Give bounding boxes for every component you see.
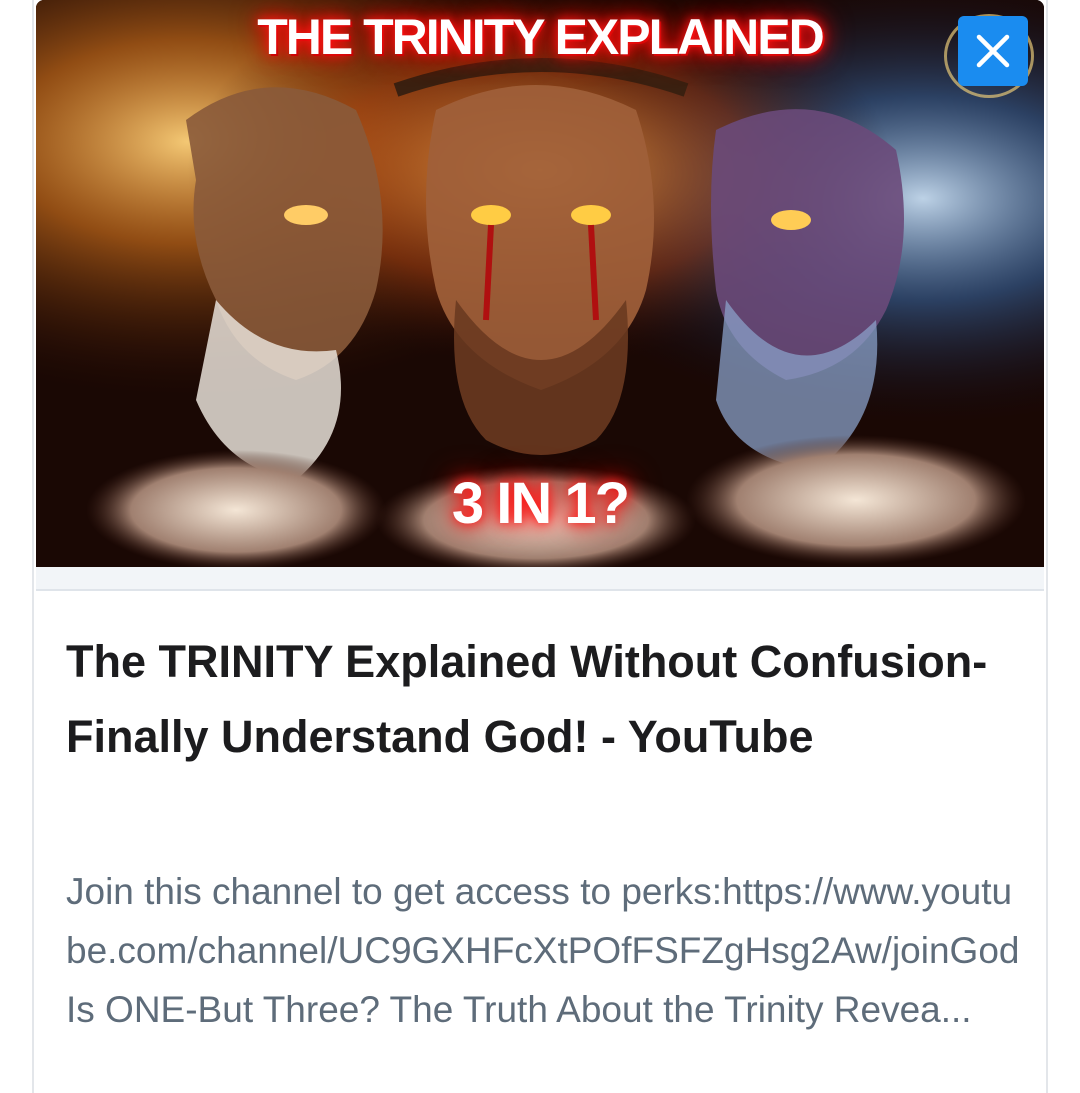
thumbnail-question-text: 3 IN 1? — [451, 471, 630, 536]
close-icon — [976, 34, 1010, 68]
thumbnail-headline: THE TRINITY EXPLAINED — [36, 8, 1044, 66]
thumbnail-headline-text: THE TRINITY EXPLAINED — [257, 9, 824, 65]
thumbnail-question: 3 IN 1? — [36, 470, 1044, 537]
video-thumbnail[interactable]: THE TRINITY EXPLAINED 3 IN 1? — [36, 0, 1044, 567]
link-preview-description: Join this channel to get access to perks… — [66, 871, 1020, 1030]
preview-divider — [36, 567, 1044, 591]
close-button[interactable] — [958, 16, 1028, 86]
link-preview-title[interactable]: The TRINITY Explained Without Confusion-… — [66, 624, 1016, 774]
